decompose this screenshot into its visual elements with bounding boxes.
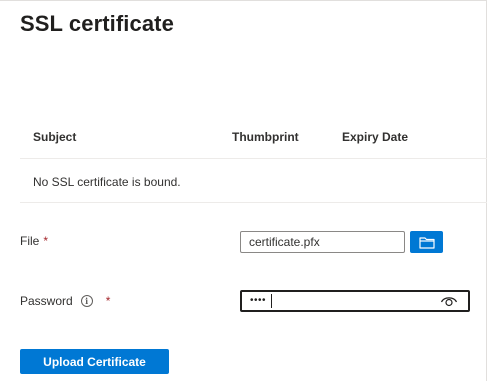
column-header-expiry-date: Expiry Date bbox=[342, 130, 409, 144]
upload-certificate-button[interactable]: Upload Certificate bbox=[20, 349, 169, 374]
text-cursor bbox=[271, 294, 272, 308]
file-label-text: File bbox=[20, 234, 40, 248]
info-icon[interactable]: i bbox=[80, 295, 93, 307]
password-required-mark: * bbox=[105, 294, 111, 308]
column-header-thumbprint: Thumbprint bbox=[232, 130, 299, 144]
table-bottom-divider bbox=[20, 202, 487, 203]
table-empty-message: No SSL certificate is bound. bbox=[33, 175, 181, 189]
folder-icon bbox=[418, 236, 435, 249]
panel-top-border bbox=[0, 0, 487, 1]
password-label-text: Password bbox=[20, 294, 73, 308]
column-header-subject: Subject bbox=[33, 130, 77, 144]
file-required-mark: * bbox=[43, 234, 49, 248]
file-path-input[interactable] bbox=[240, 231, 405, 253]
password-field-label: Password i * bbox=[20, 294, 110, 308]
page-title: SSL certificate bbox=[20, 11, 174, 36]
eye-icon[interactable] bbox=[440, 293, 458, 309]
file-field-label: File * bbox=[20, 234, 48, 248]
password-masked-value: •••• bbox=[250, 295, 267, 306]
ssl-certificate-panel: SSL certificate Subject Thumbprint Expir… bbox=[0, 0, 487, 381]
browse-file-button[interactable] bbox=[410, 231, 443, 253]
table-header-divider bbox=[20, 158, 487, 159]
password-input[interactable]: •••• bbox=[240, 290, 470, 312]
